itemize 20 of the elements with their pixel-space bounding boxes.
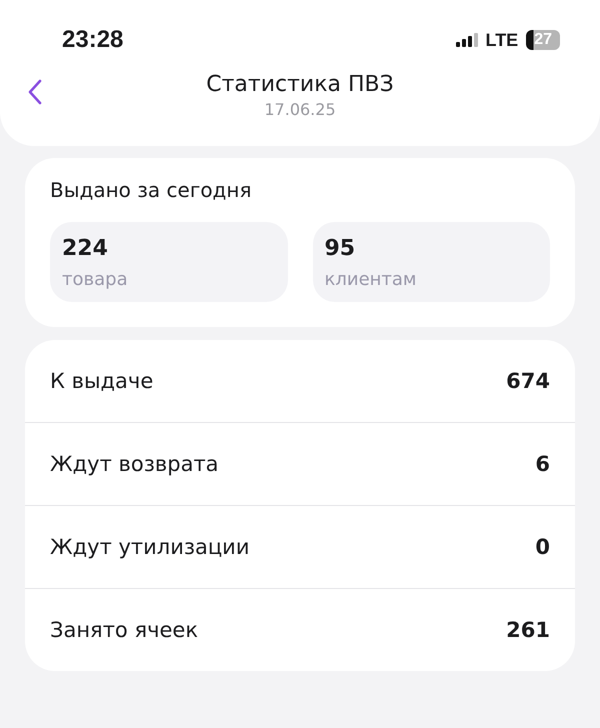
stat-label: Ждут возврата	[50, 452, 219, 476]
card-title: Выдано за сегодня	[50, 178, 252, 202]
signal-icon	[456, 33, 478, 47]
tile-value: 95	[324, 236, 356, 261]
stat-label: К выдаче	[50, 369, 154, 393]
tile-value: 224	[62, 236, 109, 261]
battery-indicator: 27	[526, 30, 560, 50]
network-type: LTE	[486, 30, 518, 50]
tile-label: клиентам	[324, 269, 418, 290]
stat-value: 674	[506, 369, 550, 393]
page-title: Статистика ПВЗ	[206, 71, 394, 99]
page-date: 17.06.25	[264, 100, 336, 120]
status-time: 23:28	[62, 26, 124, 54]
stat-label: Занято ячеек	[50, 618, 198, 642]
stat-label: Ждут утилизации	[50, 535, 250, 559]
stat-value: 261	[506, 618, 550, 642]
tile-label: товара	[62, 269, 129, 290]
back-icon[interactable]	[26, 78, 44, 106]
stat-value: 6	[535, 452, 550, 476]
stat-value: 0	[535, 535, 550, 559]
